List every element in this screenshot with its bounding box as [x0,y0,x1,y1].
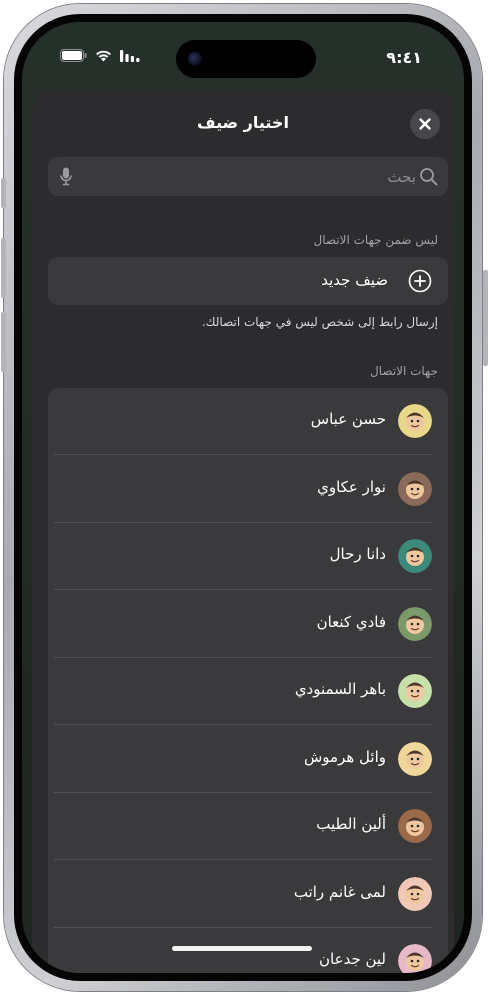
avatar-memoji-icon [398,674,432,708]
contact-avatar [398,809,432,843]
contact-avatar [398,404,432,438]
contact-avatar [398,674,432,708]
status-time: ٩:٤١ [386,48,422,67]
contact-name: نوار عكاوي [317,477,386,496]
contact-name: حسن عباس [310,410,386,428]
avatar-memoji-icon [398,809,432,843]
new-guest-button[interactable]: ضيف جديد [48,257,448,305]
contact-name: دانا رحال [329,545,386,563]
contact-name: وائل هرموش [304,747,386,766]
avatar-memoji-icon [398,471,432,506]
status-icons [60,49,140,62]
dynamic-island [176,40,316,78]
home-indicator[interactable] [172,946,312,951]
contact-row[interactable]: دانا رحال [48,523,448,590]
contact-name: لين جدعان [319,950,386,968]
avatar-memoji-icon [398,404,432,438]
new-guest-footnote: إرسال رابط إلى شخص ليس في جهات اتصالك. [201,315,438,329]
new-guest-label: ضيف جديد [321,271,388,289]
battery-icon [60,49,87,62]
contact-row[interactable]: باهر السمنودي [48,658,448,725]
contacts-list: حسن عباس نوار عكاوي دانا رحال فادي كنعان باه… [48,388,448,973]
search-input[interactable] [88,157,416,196]
avatar-memoji-icon [398,539,432,573]
close-button[interactable] [410,109,440,139]
avatar-memoji-icon [398,876,432,911]
contact-row[interactable]: فادي كنعان [48,591,448,658]
contact-name: لمى غانم راتب [293,882,386,901]
contact-row[interactable]: نوار عكاوي [48,456,448,523]
plus-circle-icon [408,269,432,293]
contacts-header: جهات الاتصال [369,364,438,378]
volume-up-button [1,238,6,298]
sheet-title: اختيار ضيف [197,113,289,132]
wifi-icon [96,50,111,62]
contact-name: ألين الطيب [316,815,386,833]
contact-row[interactable]: لمى غانم راتب [48,861,448,928]
choose-guest-sheet: اختيار ضيف ليس ضمن جهات الاتصال [32,93,454,973]
action-button [1,178,6,208]
close-icon [419,118,431,130]
signal-icon [120,49,140,62]
contact-row[interactable]: حسن عباس [48,388,448,455]
avatar-memoji-icon [398,606,432,641]
contact-avatar [398,876,432,911]
power-button [483,270,488,366]
avatar-memoji-icon [398,944,432,973]
contact-avatar [398,741,432,776]
contact-avatar [398,539,432,573]
search-field[interactable] [48,157,448,196]
avatar-memoji-icon [398,741,432,776]
volume-down-button [1,312,6,372]
mic-icon[interactable] [60,167,72,186]
camera-icon [188,52,202,66]
contact-name: فادي كنعان [316,612,386,631]
search-icon [420,168,438,186]
contact-avatar [398,944,432,973]
not-in-contacts-header: ليس ضمن جهات الاتصال [313,233,438,247]
contact-avatar [398,606,432,641]
screen: ٩:٤١ اختيار ضيف بحث ليس ضمن جهات الاتصال… [22,22,464,973]
contact-name: باهر السمنودي [294,680,386,698]
contact-avatar [398,471,432,506]
contact-row[interactable]: وائل هرموش [48,726,448,793]
contact-row[interactable]: ألين الطيب [48,793,448,860]
